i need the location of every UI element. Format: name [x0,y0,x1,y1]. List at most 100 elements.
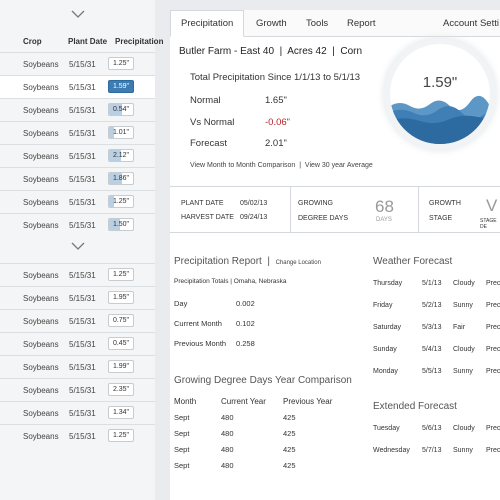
gdd-table-cell: 480 [221,445,234,454]
precipitation-value-box: 1.25" [108,195,134,208]
list-item[interactable]: Soybeans 5/15/31 0.54" [0,98,155,121]
list-item[interactable]: Soybeans 5/15/31 1.99" [0,355,155,378]
crop-name: Soybeans [23,175,59,184]
crop-name: Soybeans [23,60,59,69]
forecast-value: 2.01" [265,138,287,149]
precipitation-value: 1.34" [112,409,130,416]
weather-forecast-cell: 5/5/13 [422,368,442,375]
weather-forecast-cell: Monday [373,368,398,375]
normal-label: Normal [190,95,221,106]
weather-forecast-cell: Sunny [453,302,473,309]
tab-growth[interactable]: Growth [256,18,287,29]
crop-name: Soybeans [23,152,59,161]
list-item[interactable]: Soybeans 5/15/31 1.25" [0,424,155,447]
precipitation-value-box: 1.25" [108,57,134,70]
weather-forecast-cell: Preci [486,324,500,331]
plant-date: 5/15/31 [69,386,96,395]
weather-forecast-cell: Friday [373,302,393,309]
list-item[interactable]: Soybeans 5/15/31 0.75" [0,309,155,332]
normal-value: 1.65" [265,95,287,106]
farm-name: Butler Farm - East 40 [179,46,275,57]
crop-name: Soybeans [23,317,59,326]
precipitation-value: 2.35" [112,386,130,393]
tab-tools[interactable]: Tools [306,18,328,29]
vs-normal-value: -0.06" [265,117,291,128]
chevron-down-icon[interactable] [0,242,155,258]
crop-name: Soybeans [23,409,59,418]
weather-forecast-cell: Sunny [453,368,473,375]
total-precipitation-label: Total Precipitation Since 1/1/13 to 5/1/… [190,72,361,83]
list-item[interactable]: Soybeans 5/15/31 2.35" [0,378,155,401]
crop-name: Soybeans [23,129,59,138]
precipitation-value-box: 1.25" [108,268,134,281]
divider [170,186,500,187]
list-item[interactable]: Soybeans 5/15/31 1.25" [0,52,155,75]
weather-forecast-cell: Preci [486,346,500,353]
weather-forecast-cell: 5/4/13 [422,346,442,353]
plant-date: 5/15/31 [69,294,96,303]
precipitation-value: 1.59" [112,83,130,90]
growth-stage-value: V [486,196,498,215]
crop-list-panel: Crop Plant Date Precipitation Soybeans 5/… [0,0,163,500]
thirty-year-average-link[interactable]: View 30 year Average [305,162,373,169]
plant-date: 5/15/31 [69,221,96,230]
weather-forecast-cell: Cloudy [453,280,475,287]
precipitation-value: 1.25" [112,60,130,67]
precip-report-value: 0.258 [236,339,255,348]
plant-date: 5/15/31 [69,60,96,69]
gdd-table-cell: Sept [174,445,190,454]
gdd-table-cell: 425 [283,413,296,422]
list-item[interactable]: Soybeans 5/15/31 2.12" [0,144,155,167]
list-item[interactable]: Soybeans 5/15/31 1.34" [0,401,155,424]
forecast-label: Forecast [190,138,227,149]
precipitation-value-box: 1.01" [108,126,134,139]
precipitation-report-title-text: Precipitation Report [174,256,262,267]
month-comparison-link[interactable]: View Month to Month Comparison [190,162,295,169]
precipitation-gauge: 1.59" [390,44,490,144]
tab-precipitation[interactable]: Precipitation [170,10,245,37]
extended-forecast-cell: 5/6/13 [422,425,442,432]
list-item[interactable]: Soybeans 5/15/31 1.95" [0,286,155,309]
list-item[interactable]: Soybeans 5/15/31 1.25" [0,190,155,213]
precipitation-totals-subtitle: Precipitation Totals | Omaha, Nebraska [174,278,287,285]
tab-bar: Precipitation Growth Tools Report Accoun… [170,10,500,37]
account-settings-link[interactable]: Account Setti [443,18,499,29]
tab-report[interactable]: Report [347,18,376,29]
weather-forecast-cell: 5/3/13 [422,324,442,331]
list-item[interactable]: Soybeans 5/15/31 0.45" [0,332,155,355]
change-location-link[interactable]: Change Location [276,260,321,266]
plant-date: 5/15/31 [69,152,96,161]
extended-forecast-cell: Cloudy [453,425,475,432]
extended-forecast-cell: Tuesday [373,425,400,432]
precipitation-value: 2.12" [112,152,130,159]
precipitation-value: 0.75" [112,317,130,324]
list-item[interactable]: Soybeans 5/15/31 1.86" [0,167,155,190]
extended-forecast-cell: 5/7/13 [422,447,442,454]
precip-report-value: 0.002 [236,299,255,308]
vs-normal-label: Vs Normal [190,117,235,128]
plant-date: 5/15/31 [69,198,96,207]
list-item[interactable]: Soybeans 5/15/31 1.59" [0,75,155,98]
gdd-comparison-title: Growing Degree Days Year Comparison [174,375,352,386]
plant-date: 5/15/31 [69,409,96,418]
weather-forecast-cell: Preci [486,302,500,309]
precipitation-column-header: Precipitation [115,37,164,46]
precipitation-value: 0.45" [112,340,130,347]
precipitation-value: 1.99" [112,363,130,370]
weather-forecast-cell: Sunday [373,346,397,353]
precipitation-report-title: Precipitation Report | Change Location [174,256,321,267]
plant-date: 5/15/31 [69,340,96,349]
plant-date-column-header: Plant Date [68,37,108,46]
gdd-table-cell: 425 [283,429,296,438]
precipitation-value-box: 0.75" [108,314,134,327]
farm-crop: Corn [340,46,363,57]
extended-forecast-cell: Wednesday [373,447,410,454]
chevron-down-icon[interactable] [0,10,155,26]
list-item[interactable]: Soybeans 5/15/31 1.50" [0,213,155,236]
precip-report-label: Previous Month [174,339,227,348]
list-item[interactable]: Soybeans 5/15/31 1.01" [0,121,155,144]
list-item[interactable]: Soybeans 5/15/31 1.25" [0,263,155,286]
precipitation-value-box: 2.12" [108,149,134,162]
weather-forecast-title: Weather Forecast [373,256,453,267]
plant-date: 5/15/31 [69,83,96,92]
